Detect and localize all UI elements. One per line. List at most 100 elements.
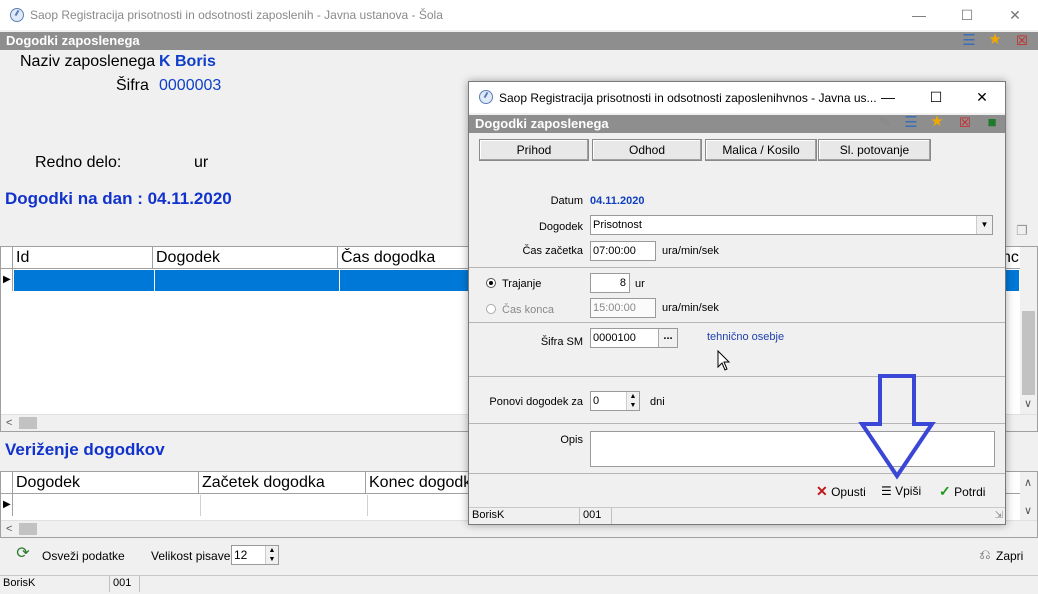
refresh-label: Osveži podatke	[42, 549, 125, 563]
repeat-unit: dni	[650, 396, 665, 408]
column-header-event[interactable]: Dogodek	[13, 472, 199, 493]
dialog-maximize-button[interactable]: ☐	[913, 82, 959, 113]
stopwatch-icon	[10, 8, 24, 22]
scroll-left-icon[interactable]: <	[6, 417, 12, 429]
chevron-down-icon[interactable]: ▼	[976, 216, 992, 234]
duration-unit: ur	[635, 278, 645, 290]
event-select[interactable]: Prisotnost ▼	[590, 215, 993, 235]
end-time-label: Čas konca	[502, 304, 554, 316]
dialog-close-button[interactable]: ✕	[959, 82, 1005, 113]
sm-code-description: tehnično osebje	[707, 331, 785, 343]
column-header-id[interactable]: Id	[13, 247, 153, 268]
dialog-status-bar: BorisK 001 ⇲	[469, 507, 1005, 524]
resize-grip-icon[interactable]: ⇲	[995, 510, 1003, 521]
maximize-button[interactable]: ☐	[944, 0, 990, 30]
repeat-days-stepper[interactable]: 0 ▲ ▼	[590, 391, 640, 411]
horizontal-scroll-thumb[interactable]	[19, 417, 37, 429]
main-titlebar: Saop Registracija prisotnosti in odsotno…	[0, 0, 1038, 30]
regular-work-label: Redno delo:	[35, 154, 122, 171]
horizontal-scroll-thumb[interactable]	[19, 523, 37, 535]
lookup-ellipsis-button[interactable]: ...	[658, 329, 677, 347]
chain-vertical-scrollbar[interactable]: ∧ ∨	[1020, 472, 1037, 520]
list-icon[interactable]: ☰	[902, 114, 920, 132]
main-status-bar: BorisK 001	[0, 575, 1038, 592]
employee-name-label: Naziv zaposlenega	[20, 53, 156, 70]
dialog-section-title: Dogodki zaposlenega	[469, 115, 1005, 133]
delete-icon[interactable]: ☒	[1013, 32, 1031, 50]
close-label: Zapri	[996, 549, 1024, 563]
copy-icon[interactable]: ❐	[1013, 222, 1031, 240]
confirm-button[interactable]: ✓ Potrdi	[939, 482, 999, 500]
book-icon[interactable]: ■	[983, 114, 1001, 132]
delete-icon[interactable]: ☒	[956, 114, 974, 132]
description-label: Opis	[560, 434, 583, 446]
checkmark-icon: ✓	[939, 483, 951, 499]
confirm-label: Potrdi	[954, 485, 986, 499]
star-icon[interactable]: ★	[986, 31, 1004, 49]
regular-work-unit: ur	[194, 154, 209, 171]
sm-code-input[interactable]: 0000100 ...	[590, 328, 678, 348]
duration-label: Trajanje	[502, 278, 542, 290]
vertical-scroll-thumb[interactable]	[1022, 311, 1035, 395]
departure-button[interactable]: Odhod	[592, 139, 702, 161]
stopwatch-icon	[479, 90, 493, 104]
close-button[interactable]: ✕	[992, 0, 1038, 30]
date-value: 04.11.2020	[590, 195, 645, 207]
edit-icon[interactable]: ✎	[876, 114, 894, 132]
arrival-button[interactable]: Prihod	[479, 139, 589, 161]
star-icon[interactable]: ★	[928, 113, 946, 131]
dialog-titlebar: Saop Registracija prisotnosti in odsotno…	[469, 82, 1005, 113]
enter-button[interactable]: ☰ Vpiši	[881, 482, 936, 500]
cancel-label: Opusti	[831, 485, 866, 499]
scroll-left-icon[interactable]: <	[6, 523, 12, 535]
scroll-up-icon[interactable]: ∧	[1024, 476, 1032, 489]
refresh-button[interactable]: ⟳ Osveži podatke	[14, 545, 144, 567]
stepper-arrows[interactable]: ▲ ▼	[265, 546, 278, 564]
status-code: 001	[110, 576, 140, 592]
date-label: Datum	[550, 195, 583, 207]
numbered-list-icon: ☰	[881, 484, 892, 498]
sm-code-value: 0000100	[593, 332, 636, 344]
sm-code-label: Šifra SM	[540, 336, 583, 348]
end-time-unit: ura/min/sek	[662, 302, 719, 314]
refresh-icon: ⟳	[16, 545, 30, 562]
lunch-button[interactable]: Malica / Kosilo	[705, 139, 817, 161]
repeat-label: Ponovi dogodek za	[489, 396, 583, 408]
start-time-unit: ura/min/sek	[662, 245, 719, 257]
scroll-down-icon[interactable]: ∨	[1024, 397, 1032, 410]
end-time-radio[interactable]	[486, 304, 496, 314]
dialog-status-user: BorisK	[469, 508, 580, 524]
font-size-stepper[interactable]: 12 ▲ ▼	[231, 545, 279, 565]
section-title: Dogodki zaposlenega	[0, 32, 1038, 50]
row-indicator-icon: ▶	[1, 494, 13, 516]
column-header-start[interactable]: Začetek dogodka	[199, 472, 366, 493]
chaining-heading: Veriženje dogodkov	[5, 440, 165, 459]
start-time-input[interactable]: 07:00:00	[590, 241, 656, 261]
duration-input[interactable]: 8	[590, 273, 630, 293]
repeat-days-value: 0	[593, 395, 600, 407]
events-vertical-scrollbar[interactable]: ∨	[1020, 247, 1037, 414]
enter-label: Vpiši	[895, 484, 922, 498]
business-trip-button[interactable]: Sl. potovanje	[818, 139, 931, 161]
dialog-minimize-button[interactable]: —	[865, 82, 911, 113]
minimize-button[interactable]: —	[896, 0, 942, 30]
cancel-x-icon: ✕	[816, 483, 828, 499]
column-header-event[interactable]: Dogodek	[153, 247, 338, 268]
row-indicator-icon: ▶	[1, 269, 13, 291]
employee-code: 0000003	[159, 77, 222, 94]
cancel-button[interactable]: ✕ Opusti	[816, 482, 876, 500]
scroll-down-icon[interactable]: ∨	[1024, 504, 1032, 517]
duration-radio[interactable]	[486, 278, 496, 288]
main-window-title: Saop Registracija prisotnosti in odsotno…	[30, 8, 443, 22]
mouse-cursor-icon	[717, 350, 731, 371]
event-select-value: Prisotnost	[593, 219, 642, 231]
employee-name: K Boris	[159, 53, 216, 70]
close-window-button[interactable]: ⎌ Zapri	[976, 545, 1026, 567]
start-time-label: Čas začetka	[522, 245, 583, 257]
close-door-icon: ⎌	[979, 546, 991, 562]
stepper-arrows[interactable]: ▲ ▼	[626, 392, 639, 410]
list-icon[interactable]: ☰	[960, 32, 978, 50]
dialog-title: Saop Registracija prisotnosti in odsotno…	[499, 91, 877, 105]
font-size-label: Velikost pisave:	[151, 549, 234, 563]
end-time-input[interactable]: 15:00:00	[590, 298, 656, 318]
